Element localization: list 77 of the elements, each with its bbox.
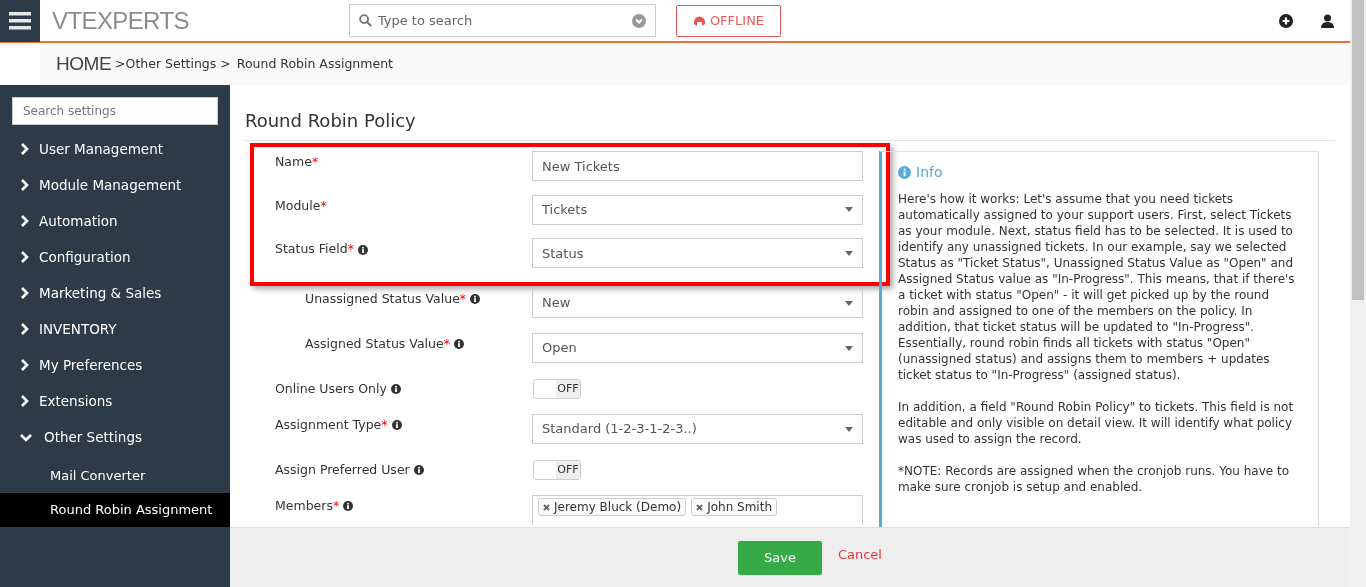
info-paragraph: In addition, a field "Round Robin Policy" to tickets. This field is not editable and only visible on detail view. It will identify what policy was used to assign the record. (898, 399, 1295, 447)
info-icon (898, 166, 911, 179)
offline-button[interactable]: OFFLINE (675, 4, 782, 37)
member-tag[interactable]: John Smith (691, 498, 777, 516)
members-field[interactable]: Jeremy Bluck (Demo) John Smith (532, 495, 863, 525)
select-field[interactable]: Open (532, 333, 863, 363)
sidebar-item[interactable]: Other Settings (0, 419, 230, 455)
field-label: Assign Preferred User (275, 461, 410, 479)
home-link[interactable]: HOME (56, 49, 112, 79)
add-icon[interactable] (1279, 13, 1293, 28)
sidebar-item[interactable]: User Management (0, 131, 230, 167)
scrollbar-thumb[interactable] (1352, 0, 1364, 300)
user-icon[interactable] (1321, 13, 1334, 28)
required-mark: * (311, 153, 319, 171)
logo: VTEXPERTS (52, 5, 189, 36)
chevron-down-icon[interactable] (631, 14, 646, 28)
required-mark: * (347, 240, 354, 259)
caret-icon (845, 426, 853, 432)
caret-icon (845, 300, 853, 306)
sidebar-item[interactable]: Module Management (0, 167, 230, 203)
text-field[interactable]: New Tickets (532, 151, 863, 181)
info-paragraph: Here's how it works: Let's assume that you need tickets automatically assigned to your support users. First, select Tickets as your module. Next, status field has to be selected. It is used to identify any unassigned tickets. In our example, say we selected Status as "Ticket Status", Unassigned Status Value as "Open" and Assigned Status value as "In-Progress". This means, that if there's a ticket with status "Open" - it will get picked up by the round robin and assigned to one of the members on the policy. In addition, that ticket status will be updated to "In-Progress". Essentially, round robin finds all tickets with status "Open" (unassigned status) and assigns them to members + updates ticket status to "In-Progress" (assigned status). (898, 191, 1296, 383)
sidebar-item[interactable]: Extensions (0, 383, 230, 419)
field-label: Assigned Status Value (305, 335, 444, 353)
chevron-right-icon (20, 143, 29, 155)
required-mark: * (381, 416, 388, 434)
sidebar-item[interactable]: INVENTORY (0, 311, 230, 347)
required-mark: * (332, 497, 340, 515)
field-label: Status Field (275, 240, 348, 259)
search-settings-field[interactable]: Search settings (12, 97, 218, 125)
remove-icon (696, 503, 704, 511)
search-icon (358, 14, 372, 27)
select-field[interactable]: Tickets (532, 194, 863, 225)
chevron-right-icon (20, 359, 29, 371)
headset-icon (692, 14, 706, 27)
menu-button[interactable] (0, 0, 40, 42)
sidebar-item[interactable]: Marketing & Sales (0, 275, 230, 311)
scrollbar[interactable] (1350, 0, 1366, 587)
chevron-right-icon (20, 395, 29, 407)
chevron-right-icon (20, 215, 29, 227)
caret-icon (845, 207, 853, 213)
caret-icon (845, 345, 853, 351)
field-label: Members (275, 497, 333, 515)
toggle-switch[interactable]: OFF (533, 379, 581, 399)
field-label: Unassigned Status Value (305, 290, 460, 308)
chevron-right-icon (20, 251, 29, 263)
field-label: Assignment Type (275, 416, 382, 434)
caret-icon (845, 250, 853, 256)
field-label: Name (275, 153, 312, 171)
toggle-switch[interactable]: OFF (533, 460, 581, 480)
sidebar-item[interactable]: My Preferences (0, 347, 230, 383)
chevron-right-icon (20, 323, 29, 335)
info-title: Info (916, 163, 943, 182)
breadcrumb-item[interactable]: >Other Settings > (115, 54, 231, 74)
remove-icon (543, 503, 550, 511)
field-label: Online Users Only (275, 380, 387, 398)
page-title: Round Robin Policy (245, 107, 1335, 141)
search-field[interactable]: Type to search (348, 4, 656, 37)
required-mark: * (443, 335, 450, 353)
select-field[interactable]: Status (532, 238, 863, 269)
chevron-down-icon (20, 431, 32, 443)
required-mark: * (320, 196, 327, 215)
cancel-link[interactable]: Cancel (837, 544, 882, 565)
member-tag[interactable]: Jeremy Bluck (Demo) (538, 498, 687, 516)
menu-icon (9, 11, 31, 30)
sidebar-subitem[interactable]: Round Robin Assignment (0, 493, 230, 527)
select-field[interactable]: New (532, 288, 863, 318)
chevron-right-icon (20, 179, 29, 191)
chevron-right-icon (20, 287, 29, 299)
sidebar-item[interactable]: Configuration (0, 239, 230, 275)
sidebar-subitem[interactable]: Mail Converter (0, 459, 230, 493)
sidebar-item[interactable]: Automation (0, 203, 230, 239)
info-paragraph: *NOTE: Records are assigned when the cronjob runs. You have to make sure cronjob is setup and enabled. (898, 463, 1291, 495)
field-label: Module (275, 196, 321, 215)
breadcrumb-item[interactable]: Round Robin Assignment (236, 54, 393, 74)
select-field[interactable]: Standard (1-2-3-1-2-3..) (532, 414, 863, 444)
required-mark: * (459, 290, 467, 308)
